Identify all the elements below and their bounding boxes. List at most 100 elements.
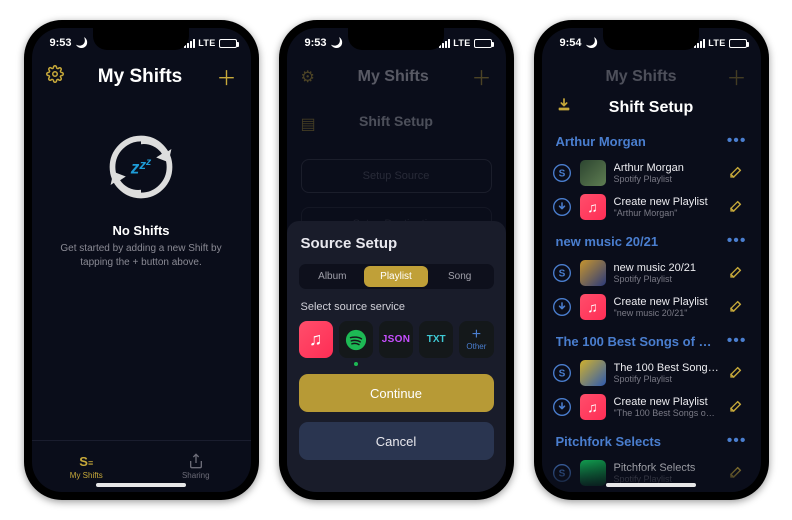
bg-header: ⚙ My Shifts ＋	[287, 58, 506, 99]
section-title: Arthur Morgan	[556, 134, 646, 149]
empty-state: zzz No Shifts Get started by adding a ne…	[32, 99, 251, 440]
save-to-library-icon[interactable]	[556, 97, 572, 118]
row-text: Create new Playlist"Arthur Morgan"	[614, 196, 721, 218]
playlist-thumbnail: ♫	[580, 194, 606, 220]
tab-label: Sharing	[182, 471, 210, 480]
spotify-source-icon: S	[552, 163, 572, 183]
playlist-thumbnail	[580, 460, 606, 486]
add-shift-button[interactable]: ＋	[216, 62, 236, 91]
edit-pencil-icon[interactable]	[729, 397, 747, 418]
cancel-button[interactable]: Cancel	[299, 422, 494, 460]
service-picker: ♫ JSON TXT +Other	[299, 321, 494, 358]
playlist-thumbnail: ♫	[580, 294, 606, 320]
service-apple-music[interactable]: ♫	[299, 321, 333, 358]
network-label: LTE	[708, 38, 725, 48]
edit-pencil-icon[interactable]	[729, 363, 747, 384]
network-label: LTE	[198, 38, 215, 48]
battery-icon	[729, 39, 747, 48]
playlist-thumbnail	[580, 160, 606, 186]
tab-label: My Shifts	[70, 471, 103, 480]
selected-dot-icon	[354, 362, 358, 366]
more-icon[interactable]: •••	[727, 432, 747, 450]
row-text: Create new Playlist"The 100 Best Songs o…	[614, 396, 721, 418]
download-target-icon	[552, 397, 572, 417]
network-label: LTE	[453, 38, 470, 48]
svg-text:S: S	[558, 168, 565, 179]
list-item[interactable]: ♫ Create new Playlist"The 100 Best Songs …	[542, 390, 761, 424]
spotify-source-icon: S	[552, 463, 572, 483]
service-other[interactable]: +Other	[459, 321, 493, 358]
shifts-list[interactable]: Arthur Morgan ••• SArthur MorganSpotify Pl…	[542, 124, 761, 492]
segment-playlist[interactable]: Playlist	[364, 266, 428, 287]
notch	[93, 28, 189, 50]
page-title: Shift Setup	[609, 99, 693, 117]
svg-text:zzz: zzz	[130, 157, 152, 178]
clock: 9:54	[560, 37, 582, 49]
header: My Shifts ＋	[32, 58, 251, 99]
continue-button[interactable]: Continue	[299, 374, 494, 412]
source-setup-sheet: Source Setup Album Playlist Song Select …	[287, 221, 506, 492]
battery-icon	[474, 39, 492, 48]
sheet-title: Source Setup	[299, 235, 494, 252]
phone-shift-list: 9:54 LTE My Shifts＋ Shift Setup Arthur M…	[534, 20, 769, 500]
section-header[interactable]: new music 20/21 •••	[542, 224, 761, 256]
section-title: new music 20/21	[556, 234, 659, 249]
section-header[interactable]: Arthur Morgan •••	[542, 124, 761, 156]
segment-album[interactable]: Album	[301, 266, 365, 287]
shifts-icon: S≡	[79, 454, 93, 469]
phone-my-shifts: 9:53 LTE My Shifts ＋ zzz No Shifts Get s…	[24, 20, 259, 500]
segment-song[interactable]: Song	[428, 266, 492, 287]
dnd-moon-icon	[331, 37, 343, 49]
list-item[interactable]: SArthur MorganSpotify Playlist	[542, 156, 761, 190]
row-text: The 100 Best Songs o…Spotify Playlist	[614, 362, 721, 384]
home-indicator[interactable]	[606, 483, 696, 487]
notch	[603, 28, 699, 50]
section-header[interactable]: The 100 Best Songs of 2… •••	[542, 324, 761, 356]
edit-pencil-icon[interactable]	[729, 163, 747, 184]
row-text: Create new Playlist"new music 20/21"	[614, 296, 721, 318]
list-item[interactable]: ♫ Create new Playlist"Arthur Morgan"	[542, 190, 761, 224]
svg-text:S: S	[558, 468, 565, 479]
type-segmented-control[interactable]: Album Playlist Song	[299, 264, 494, 289]
settings-gear-icon[interactable]	[46, 65, 64, 88]
select-service-label: Select source service	[299, 301, 494, 313]
page-title: My Shifts	[98, 66, 182, 88]
service-spotify[interactable]	[339, 321, 373, 358]
svg-text:S: S	[558, 268, 565, 279]
section-title: The 100 Best Songs of 2…	[556, 334, 716, 349]
download-target-icon	[552, 197, 572, 217]
dnd-moon-icon	[586, 37, 598, 49]
svg-text:S: S	[558, 368, 565, 379]
settings-gear-icon: ⚙	[301, 67, 315, 87]
notch	[348, 28, 444, 50]
edit-pencil-icon[interactable]	[729, 297, 747, 318]
home-indicator[interactable]	[96, 483, 186, 487]
list-item[interactable]: Snew music 20/21Spotify Playlist	[542, 256, 761, 290]
dnd-moon-icon	[76, 37, 88, 49]
bg-setup-source: Setup Source	[301, 159, 492, 193]
more-icon[interactable]: •••	[727, 132, 747, 150]
edit-pencil-icon[interactable]	[729, 463, 747, 484]
spotify-source-icon: S	[552, 363, 572, 383]
playlist-thumbnail: ♫	[580, 394, 606, 420]
sharing-icon	[188, 453, 204, 469]
list-item[interactable]: ♫ Create new Playlist"new music 20/21"	[542, 290, 761, 324]
service-json[interactable]: JSON	[379, 321, 413, 358]
more-icon[interactable]: •••	[727, 332, 747, 350]
empty-body: Get started by adding a new Shift by tap…	[50, 242, 233, 269]
more-icon[interactable]: •••	[727, 232, 747, 250]
row-text: new music 20/21Spotify Playlist	[614, 262, 721, 284]
section-header[interactable]: Pitchfork Selects•••	[542, 424, 761, 456]
phone-source-setup: 9:53 LTE ⚙ My Shifts ＋ ▤ Shift Setup Set…	[279, 20, 514, 500]
edit-pencil-icon[interactable]	[729, 263, 747, 284]
playlist-thumbnail	[580, 360, 606, 386]
playlist-thumbnail	[580, 260, 606, 286]
bg-subtitle: Shift Setup	[287, 99, 506, 129]
list-item[interactable]: S The 100 Best Songs o…Spotify Playlist	[542, 356, 761, 390]
service-txt[interactable]: TXT	[419, 321, 453, 358]
bg-header: My Shifts＋	[542, 58, 761, 99]
spotify-source-icon: S	[552, 263, 572, 283]
empty-title: No Shifts	[112, 223, 169, 238]
add-shift-button: ＋	[472, 62, 492, 91]
edit-pencil-icon[interactable]	[729, 197, 747, 218]
